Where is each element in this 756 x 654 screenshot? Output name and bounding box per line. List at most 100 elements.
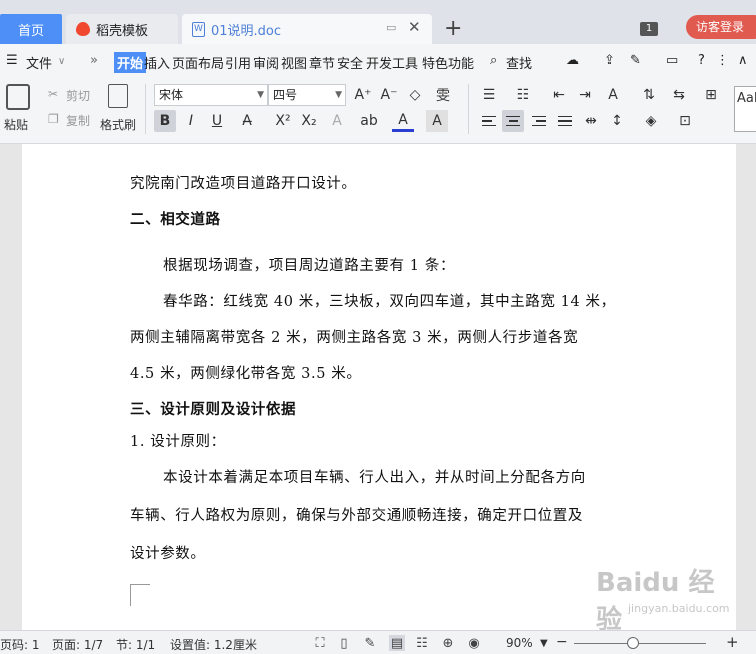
doc-line-6: 4.5 米，两侧绿化带各宽 3.5 米。	[130, 366, 362, 382]
clear-format-icon[interactable]: ◇	[404, 84, 426, 106]
grow-font-icon[interactable]: A⁺	[352, 84, 374, 106]
doc-line-8: 1. 设计原则：	[130, 434, 226, 450]
new-tab-icon[interactable]: +	[444, 16, 462, 41]
menu-review[interactable]: 审阅	[253, 53, 279, 72]
bullet-list-icon[interactable]: ☰	[478, 84, 500, 106]
increase-indent-icon[interactable]: ⇥	[574, 84, 596, 106]
style-preview[interactable]: AaB	[734, 86, 756, 132]
shading-icon[interactable]: ◈	[640, 110, 662, 132]
partial-line: ──────────────────────────────	[130, 144, 410, 146]
format-painter-button[interactable]: 格式刷	[100, 116, 136, 133]
page-corner-mark	[130, 584, 150, 606]
menu-features[interactable]: 特色功能	[422, 53, 474, 72]
table-borders-icon[interactable]: ⊞	[700, 84, 722, 106]
zoom-dropdown-icon[interactable]: ▼	[540, 638, 548, 649]
zoom-slider-track[interactable]	[574, 643, 706, 644]
format-painter-icon[interactable]	[108, 84, 128, 108]
tab-daoke-templates[interactable]: 稻壳模板	[66, 14, 178, 44]
status-page-code[interactable]: 页码: 1	[0, 636, 40, 653]
menu-bar: ☰ 文件 ∨ » 开始 插入 页面布局 引用 审阅 视图 章节 安全 开发工具 …	[0, 44, 756, 78]
status-section[interactable]: 节: 1/1	[116, 636, 155, 653]
zoom-slider-knob[interactable]	[627, 637, 640, 649]
edit-icon[interactable]: ✎	[630, 53, 641, 68]
case-icon[interactable]: A	[602, 84, 624, 106]
menu-page-layout[interactable]: 页面布局	[172, 53, 224, 72]
menu-references[interactable]: 引用	[225, 53, 251, 72]
menu-insert[interactable]: 插入	[144, 53, 170, 72]
divider	[468, 84, 469, 134]
line-spacing-icon[interactable]: ↕	[606, 110, 628, 132]
italic-icon[interactable]: I	[180, 110, 202, 132]
pin-icon[interactable]: ▭	[386, 21, 396, 34]
ribbon: 粘贴 ✂ 剪切 ❐ 复制 格式刷 宋体 ▼ 四号 ▼ A⁺ A⁻ ◇ 雯 B I…	[0, 78, 756, 144]
menu-view[interactable]: 视图	[281, 53, 307, 72]
hamburger-icon[interactable]: ☰	[6, 53, 18, 68]
help-icon[interactable]: ?	[698, 53, 705, 68]
heading-design-principles: 三、设计原则及设计依据	[130, 402, 297, 418]
more-left-icon[interactable]: »	[90, 53, 98, 68]
underline-icon[interactable]: U	[206, 110, 228, 132]
font-family-select[interactable]: 宋体 ▼	[154, 84, 268, 106]
fullscreen-icon[interactable]: ⛶	[312, 635, 328, 651]
pinyin-icon[interactable]: 雯	[432, 84, 454, 106]
eye-protect-icon[interactable]: ◉	[466, 635, 482, 651]
font-size-select[interactable]: 四号 ▼	[268, 84, 346, 106]
menu-security[interactable]: 安全	[337, 53, 363, 72]
status-page[interactable]: 页面: 1/7	[52, 636, 103, 653]
doc-line-9: 本设计本着满足本项目车辆、行人出入，并从时间上分配各方向	[163, 470, 586, 486]
menu-file[interactable]: 文件	[26, 53, 52, 72]
align-left-icon[interactable]	[478, 110, 500, 132]
chevron-down-icon[interactable]: ∨	[58, 56, 65, 67]
menu-developer[interactable]: 开发工具	[366, 53, 418, 72]
distribute-icon[interactable]: ⇹	[580, 110, 602, 132]
reading-mode-icon[interactable]: ▯	[336, 635, 352, 651]
strikethrough-icon[interactable]: A̶	[236, 110, 258, 132]
highlight-icon[interactable]: ab	[358, 110, 380, 132]
shrink-font-icon[interactable]: A⁻	[378, 84, 400, 106]
justify-icon[interactable]	[554, 110, 576, 132]
align-right-icon[interactable]	[528, 110, 550, 132]
cut-button[interactable]: 剪切	[66, 87, 90, 104]
sort-icon[interactable]: ⇅	[638, 84, 660, 106]
tab-home[interactable]: 首页	[0, 14, 62, 44]
web-view-icon[interactable]: ⊕	[440, 635, 456, 651]
comment-icon[interactable]: ▭	[666, 53, 678, 68]
visitor-login-button[interactable]: 访客登录	[686, 15, 756, 39]
paste-icon[interactable]	[6, 84, 30, 110]
borders-icon[interactable]: ⊡	[674, 110, 696, 132]
close-tab-icon[interactable]: ✕	[408, 18, 421, 36]
bold-icon[interactable]: B	[154, 110, 176, 132]
superscript-icon[interactable]: X²	[272, 110, 294, 132]
copy-icon[interactable]: ❐	[48, 112, 59, 126]
window-count-badge[interactable]: 1	[640, 22, 658, 36]
search-icon[interactable]: ⌕	[490, 53, 497, 68]
text-effect-icon[interactable]: A	[326, 110, 348, 132]
cut-icon[interactable]: ✂	[48, 87, 58, 101]
more-icon[interactable]: ⋮	[716, 53, 729, 68]
paste-button[interactable]: 粘贴	[4, 116, 28, 133]
outline-view-icon[interactable]: ☷	[414, 635, 430, 651]
document-area: ────────────────────────────── 究院南门改造项目道…	[0, 144, 756, 630]
numbered-list-icon[interactable]: ☷	[512, 84, 534, 106]
cloud-icon[interactable]: ☁	[566, 53, 579, 68]
document-page[interactable]: ────────────────────────────── 究院南门改造项目道…	[22, 144, 736, 630]
menu-start[interactable]: 开始	[114, 52, 147, 73]
search-button[interactable]: 查找	[506, 53, 532, 72]
align-center-icon[interactable]	[502, 110, 524, 132]
tab-document[interactable]: W 01说明.doc ▭ ✕	[182, 14, 432, 44]
decrease-indent-icon[interactable]: ⇤	[548, 84, 570, 106]
subscript-icon[interactable]: X₂	[298, 110, 320, 132]
page-view-icon[interactable]: ▤	[389, 635, 405, 651]
zoom-out-icon[interactable]: −	[556, 634, 568, 650]
status-setting[interactable]: 设置值: 1.2厘米	[170, 636, 257, 653]
edit-mode-icon[interactable]: ✎	[362, 635, 378, 651]
menu-chapter[interactable]: 章节	[309, 53, 335, 72]
collapse-ribbon-icon[interactable]: ∧	[738, 53, 748, 68]
zoom-value[interactable]: 90%	[506, 636, 533, 650]
zoom-in-icon[interactable]: +	[726, 633, 739, 651]
share-icon[interactable]: ⇪	[604, 53, 615, 68]
font-color-icon[interactable]: A	[392, 110, 414, 132]
copy-button[interactable]: 复制	[66, 112, 90, 129]
char-shading-icon[interactable]: A	[426, 110, 448, 132]
show-marks-icon[interactable]: ⇆	[668, 84, 690, 106]
